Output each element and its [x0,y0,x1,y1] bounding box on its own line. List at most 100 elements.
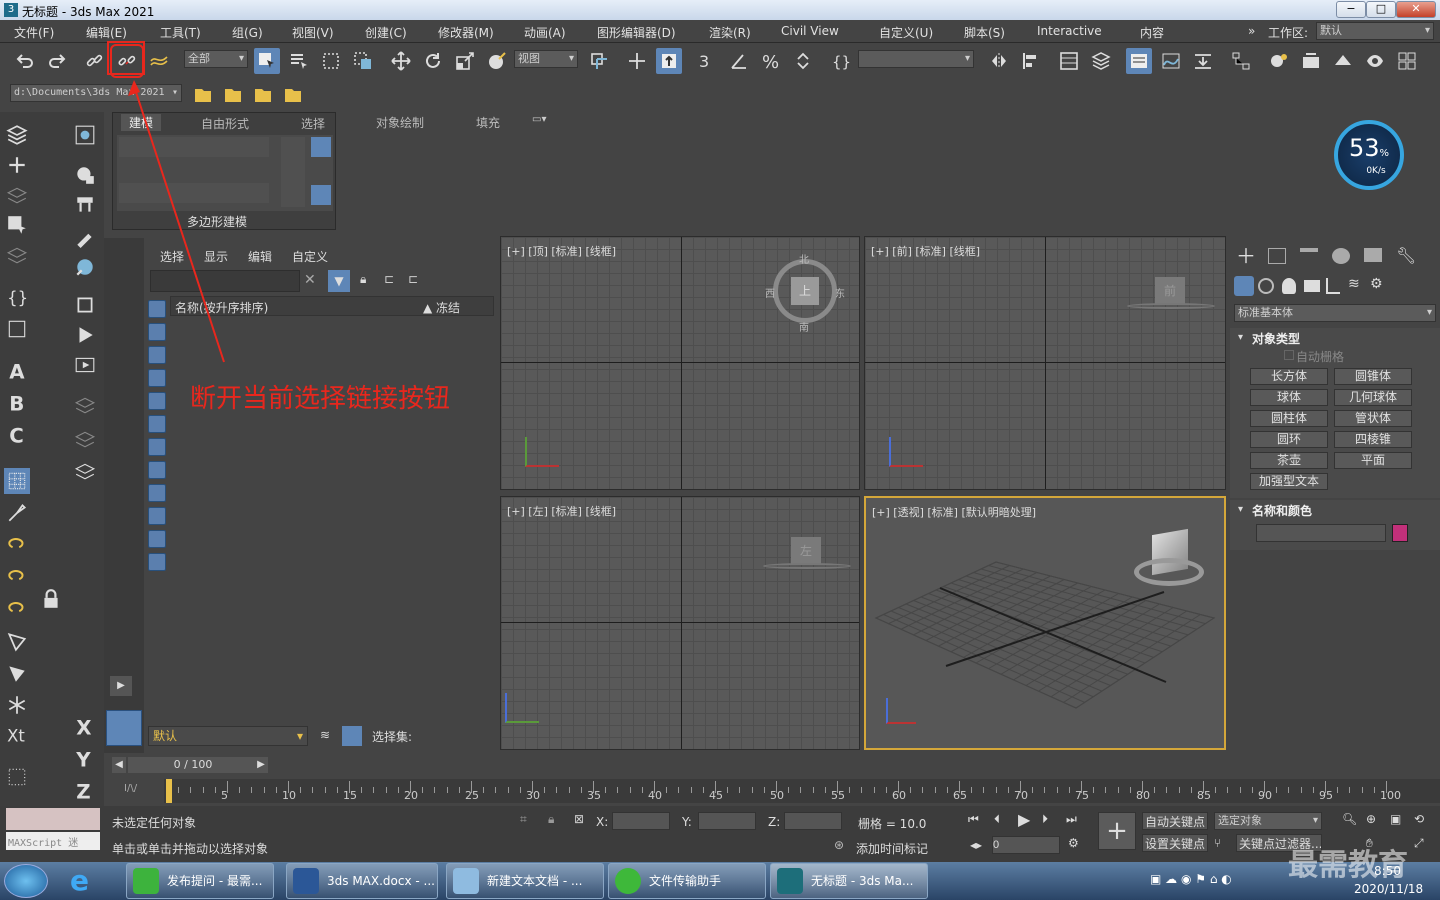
angle-snap-icon[interactable] [726,48,752,74]
menu-modifiers[interactable]: 修改器(M) [438,24,494,41]
viewcube-front[interactable]: 前 [1155,277,1185,305]
absolute-mode-icon[interactable]: ⊠ [574,812,584,826]
add-time-tag[interactable]: 添加时间标记 [856,840,928,857]
zoom-extents-icon[interactable]: ▣ [1390,812,1401,826]
viewport-layout-icon[interactable] [106,710,142,746]
reference-coordinate-dropdown[interactable]: 视图 [514,50,578,68]
hierarchy-tab-icon[interactable] [1300,248,1318,264]
ie-icon[interactable]: e [70,866,102,896]
viewcube-north[interactable]: 北 [799,251,809,266]
x-coordinate-input[interactable] [612,812,670,830]
toggle-ribbon-icon[interactable] [1126,48,1152,74]
letter-b-icon[interactable]: B [4,390,30,416]
add-time-tag-icon[interactable]: ⊛ [834,838,844,852]
axis-a-icon[interactable] [4,764,30,790]
selected-object-dropdown[interactable]: 选定对象 [1214,812,1322,830]
paint-select-icon[interactable] [4,500,30,526]
box-button[interactable]: 长方体 [1250,368,1328,385]
move-icon[interactable] [388,48,414,74]
close-button[interactable]: ✕ [1396,1,1436,18]
schematic-view-icon[interactable] [1228,48,1254,74]
visibility-filter-icon[interactable] [148,553,166,571]
create-tab-icon[interactable]: ＋ [1236,246,1256,266]
menu-animation[interactable]: 动画(A) [524,24,566,41]
name-color-title[interactable]: 名称和颜色 [1252,502,1312,519]
lasso-icon-2[interactable] [4,564,30,590]
viewport-label[interactable]: [+] [左] [标准] [线框] [507,503,616,519]
menu-create[interactable]: 创建(C) [365,24,407,41]
script-icon[interactable] [4,316,30,342]
taskbar-item[interactable]: 发布提问 - 最需... [126,863,274,899]
orbit-icon[interactable]: ⟲ [1414,812,1424,826]
spinner-snap-icon[interactable] [790,48,816,74]
viewcube-south[interactable]: 南 [799,319,809,334]
globe-icon[interactable] [72,254,98,280]
time-slider-prev[interactable]: ◀ [112,757,126,773]
autogrid-checkbox[interactable] [1284,350,1294,360]
ribbon-options-icon[interactable]: ▭▾ [532,114,546,125]
lasso-icon-3[interactable] [4,596,30,622]
render-frame-icon[interactable] [72,122,98,148]
helpers-category-icon[interactable] [1326,278,1340,294]
hierarchy-view-icon[interactable]: ⊏ [384,272,394,286]
bones-filter-icon[interactable] [148,484,166,502]
goto-end-icon[interactable]: ⏭︎ [1066,812,1077,827]
key-filters-icon[interactable]: ⑂ [1214,836,1221,850]
cameras-category-icon[interactable] [1304,280,1320,292]
systems-category-icon[interactable]: ⚙︎ [1370,276,1383,292]
object-color-swatch[interactable] [1392,524,1408,542]
z-axis-icon[interactable]: Z [72,778,98,804]
menu-customize[interactable]: 自定义(U) [879,24,933,41]
render-in-cloud-icon[interactable] [1394,48,1420,74]
maxscript-listener-input[interactable] [6,808,100,830]
filter-icon[interactable]: ▼ [328,270,350,292]
torus-button[interactable]: 圆环 [1250,431,1328,448]
set-key-button[interactable]: 设置关键点 [1142,834,1208,852]
snaps-toggle-icon[interactable]: 3 [694,48,720,74]
collapse-arrow-icon[interactable]: ▾ [1238,332,1243,343]
track-bar-toggle-icon[interactable]: I/\/ [124,783,137,794]
menu-group[interactable]: 组(G) [232,24,263,41]
xform-icon[interactable]: Xt [4,722,30,748]
play-left-icon[interactable] [72,322,98,348]
tube-button[interactable]: 管状体 [1334,410,1412,427]
menu-content[interactable]: 内容 [1140,24,1164,41]
hierarchy-view-icon-2[interactable]: ⊏ [408,272,418,286]
layers-icon-2[interactable] [4,242,30,268]
lasso-icon[interactable] [4,532,30,558]
viewport-label[interactable]: [+] [顶] [标准] [线框] [507,243,616,259]
stack-icon[interactable] [72,392,98,418]
helpers-filter-icon[interactable] [148,392,166,410]
rectangular-selection-icon[interactable] [318,48,344,74]
taskbar-item[interactable]: 新建文本文档 - ... [446,863,604,899]
viewcube-face[interactable]: 上 [791,277,819,305]
y-axis-icon[interactable]: Y [72,746,98,772]
menu-scripting[interactable]: 脚本(S) [964,24,1005,41]
align-icon[interactable] [1018,48,1044,74]
viewport-label[interactable]: [+] [前] [标准] [线框] [871,243,980,259]
box-select-icon[interactable] [4,212,30,238]
teapot-button[interactable]: 茶壶 [1250,452,1328,469]
layer-stack-icon[interactable] [4,182,30,208]
selection-lock-icon[interactable]: 🔒︎ [548,812,554,827]
dope-sheet-icon[interactable] [1190,48,1216,74]
tray-clock-date[interactable]: 2020/11/18 [1354,882,1423,896]
clear-search-icon[interactable]: ✕ [304,272,316,288]
viewport-left[interactable]: [+] [左] [标准] [线框] 左 [500,496,860,750]
menu-file[interactable]: 文件(F) [14,24,54,41]
geosphere-button[interactable]: 几何球体 [1334,389,1412,406]
time-config-icon[interactable]: ⚙︎ [1068,836,1079,850]
expand-menu-icon[interactable]: » [1248,24,1255,38]
cylinder-button[interactable]: 圆柱体 [1250,410,1328,427]
camera-left-icon[interactable] [72,292,98,318]
viewport-front[interactable]: [+] [前] [标准] [线框] 前 [864,236,1226,490]
menu-views[interactable]: 视图(V) [292,24,334,41]
key-mode-icon[interactable]: ◂▸ [970,838,982,852]
tab-object-paint[interactable]: 对象绘制 [376,114,424,131]
menu-interactive[interactable]: Interactive [1037,24,1102,38]
sphere-button[interactable]: 球体 [1250,389,1328,406]
workspace-dropdown[interactable]: 默认 [1316,22,1434,40]
viewport-label[interactable]: [+] [透视] [标准] [默认明暗处理] [872,504,1036,520]
window-crossing-icon[interactable] [350,48,376,74]
modify-tab-icon[interactable] [1268,248,1286,264]
